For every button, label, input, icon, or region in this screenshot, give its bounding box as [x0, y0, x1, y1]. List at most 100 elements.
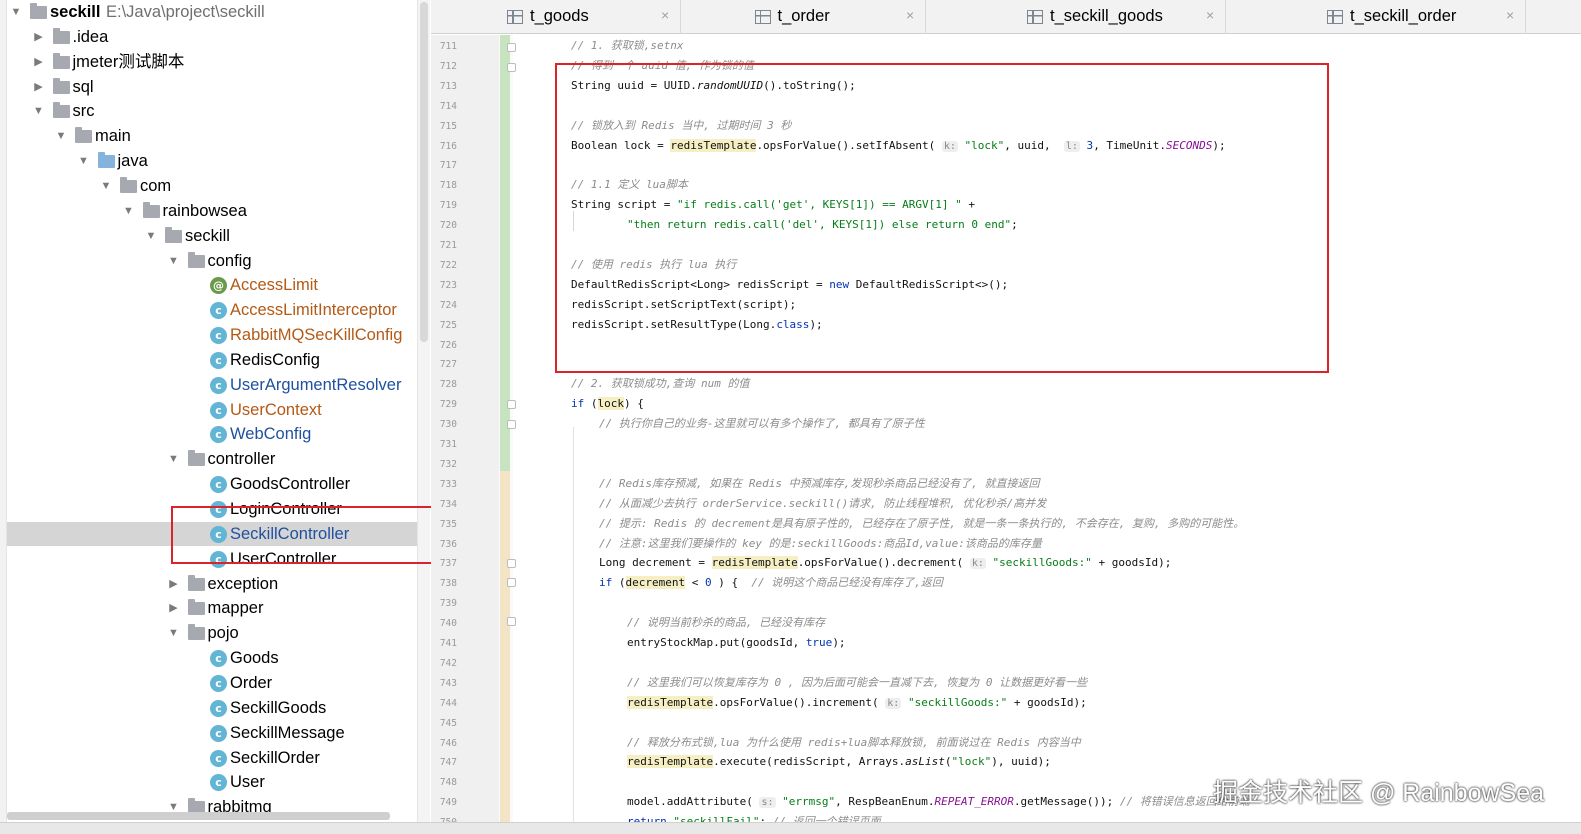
fold-marker-icon[interactable]: [507, 63, 516, 72]
folder-icon: [75, 127, 92, 144]
code-token: (: [944, 755, 952, 769]
fold-marker-icon[interactable]: [507, 578, 516, 587]
tree-row-goodscontroller[interactable]: c GoodsController: [7, 472, 417, 496]
expanded-arrow-icon[interactable]: ▼: [100, 174, 112, 198]
tree-item-label: java: [117, 152, 148, 171]
tree-row-jmeter[interactable]: ▶ jmeter测试脚本: [7, 50, 417, 74]
close-icon[interactable]: ×: [1506, 7, 1514, 23]
folder-icon: [52, 77, 70, 94]
tree-row-redisconfig[interactable]: c RedisConfig: [7, 348, 417, 372]
package-icon: [165, 226, 182, 243]
tree-row-sql[interactable]: ▶ sql: [7, 75, 417, 99]
code-token: // 释放分布式锁,lua 为什么使用 redis+lua脚本释放锁, 前面说过…: [627, 735, 1081, 749]
tree-row-user[interactable]: c User: [7, 770, 417, 794]
code-token: "seckillGoods:": [901, 695, 1008, 709]
tool-window-strip[interactable]: [0, 0, 7, 834]
code-token: Long decrement =: [599, 556, 712, 570]
tree-item-label: pojo: [207, 624, 239, 643]
tree-row-userargumentresolver[interactable]: c UserArgumentResolver: [7, 373, 417, 397]
expanded-arrow-icon[interactable]: ▼: [168, 249, 180, 273]
code-line: // 说明当前秒杀的商品, 已经没有库存: [627, 613, 825, 633]
tree-row-rainbowsea[interactable]: ▼ rainbowsea: [7, 199, 417, 223]
code-line: Long decrement = redisTemplate.opsForVal…: [599, 553, 1171, 573]
tree-row-seckillmessage[interactable]: c SeckillMessage: [7, 721, 417, 745]
tab-t-order[interactable]: t_order ×: [681, 0, 926, 34]
tree-row-controller[interactable]: ▼ controller: [7, 447, 417, 471]
tree-row-main[interactable]: ▼ main: [7, 124, 417, 148]
expanded-arrow-icon[interactable]: ▼: [168, 447, 180, 471]
tree-row-accesslimitinterceptor[interactable]: c AccessLimitInterceptor: [7, 298, 417, 322]
tree-item-label: controller: [207, 450, 276, 469]
tree-row-rabbitmqseckillconfig[interactable]: c RabbitMQSecKillConfig: [7, 323, 417, 347]
expanded-arrow-icon[interactable]: ▼: [33, 99, 45, 123]
tree-row-pojo[interactable]: ▼ pojo: [7, 621, 417, 645]
tree-row-seckill[interactable]: ▼ seckill E:\Java\project\seckill: [7, 0, 417, 24]
tree-row-seckill[interactable]: ▼ seckill: [7, 224, 417, 248]
fold-marker-icon[interactable]: [507, 617, 516, 626]
code-token: "errmsg": [775, 795, 836, 809]
tree-row-usercontext[interactable]: c UserContext: [7, 398, 417, 422]
tree-item-label: UserContext: [230, 400, 322, 419]
tree-row-order[interactable]: c Order: [7, 671, 417, 695]
tree-row-seckillorder[interactable]: c SeckillOrder: [7, 746, 417, 770]
collapsed-arrow-icon[interactable]: ▶: [168, 572, 180, 596]
tree-row-idea[interactable]: ▶ .idea: [7, 25, 417, 49]
package-icon: [187, 251, 205, 268]
code-token: "seckillGoods:": [985, 556, 1092, 570]
tree-row-webconfig[interactable]: c WebConfig: [7, 422, 417, 446]
close-icon[interactable]: ×: [906, 7, 914, 23]
tab-t-goods[interactable]: t_goods ×: [431, 0, 681, 34]
code-line: // 2. 获取锁成功,查询 num 的值: [571, 374, 749, 394]
line-number: 722: [439, 259, 457, 271]
expanded-arrow-icon[interactable]: ▼: [78, 149, 90, 173]
collapsed-arrow-icon[interactable]: ▶: [33, 50, 45, 74]
code-token: k:: [885, 697, 902, 709]
folder-icon: [52, 102, 70, 119]
expanded-arrow-icon[interactable]: ▼: [145, 224, 157, 248]
tree-item-label: rainbowsea: [162, 201, 247, 220]
code-line: redisTemplate.execute(redisScript, Array…: [627, 752, 1051, 772]
tree-vertical-scrollbar[interactable]: [417, 0, 430, 834]
line-number: 745: [439, 717, 457, 729]
tree-row-com[interactable]: ▼ com: [7, 174, 417, 198]
line-number: 731: [439, 439, 457, 450]
tab-label: t_seckill_goods: [1050, 7, 1163, 25]
code-token: asList: [905, 755, 945, 769]
code-line: if (decrement < 0 ) { // 说明这个商品已经没有库存了,返…: [599, 573, 943, 593]
fold-marker-icon[interactable]: [507, 400, 516, 409]
package-icon: [187, 574, 205, 591]
line-number: 720: [439, 220, 457, 232]
fold-marker-icon[interactable]: [507, 420, 516, 429]
close-icon[interactable]: ×: [1206, 7, 1214, 23]
expanded-arrow-icon[interactable]: ▼: [55, 124, 67, 148]
tab-t-seckill-order[interactable]: t_seckill_order ×: [1226, 0, 1526, 34]
tree-item-label: User: [230, 773, 265, 792]
tree-row-java[interactable]: ▼ java: [7, 149, 417, 173]
expanded-arrow-icon[interactable]: ▼: [168, 621, 180, 645]
code-token: redisTemplate: [627, 695, 714, 709]
watermark: 掘金技术社区 @ RainbowSea: [1213, 779, 1545, 807]
collapsed-arrow-icon[interactable]: ▶: [33, 75, 45, 99]
line-number: 732: [439, 458, 457, 470]
fold-marker-icon[interactable]: [507, 43, 516, 52]
code-token: redisTemplate: [711, 556, 798, 570]
tree-row-src[interactable]: ▼ src: [7, 99, 417, 123]
tree-row-config[interactable]: ▼ config: [7, 249, 417, 273]
code-token: entryStockMap.put(goodsId,: [627, 636, 806, 649]
code-line: redisTemplate.opsForValue().increment( k…: [627, 693, 1087, 713]
expanded-arrow-icon[interactable]: ▼: [123, 199, 135, 223]
expanded-arrow-icon[interactable]: ▼: [10, 0, 22, 24]
tree-scroll-thumb[interactable]: [420, 2, 428, 342]
tree-row-exception[interactable]: ▶ exception: [7, 572, 417, 596]
collapsed-arrow-icon[interactable]: ▶: [168, 596, 180, 620]
tree-row-accesslimit[interactable]: @ AccessLimit: [7, 273, 417, 297]
tree-row-goods[interactable]: c Goods: [7, 646, 417, 670]
fold-marker-icon[interactable]: [507, 559, 516, 568]
collapsed-arrow-icon[interactable]: ▶: [33, 25, 45, 49]
tree-row-mapper[interactable]: ▶ mapper: [7, 596, 417, 620]
close-icon[interactable]: ×: [661, 7, 669, 23]
tree-horizontal-scrollbar[interactable]: [7, 812, 390, 820]
code-line: if (lock) {: [571, 394, 644, 414]
tree-row-seckillgoods[interactable]: c SeckillGoods: [7, 696, 417, 720]
tab-t-seckill-goods[interactable]: t_seckill_goods ×: [926, 0, 1226, 34]
